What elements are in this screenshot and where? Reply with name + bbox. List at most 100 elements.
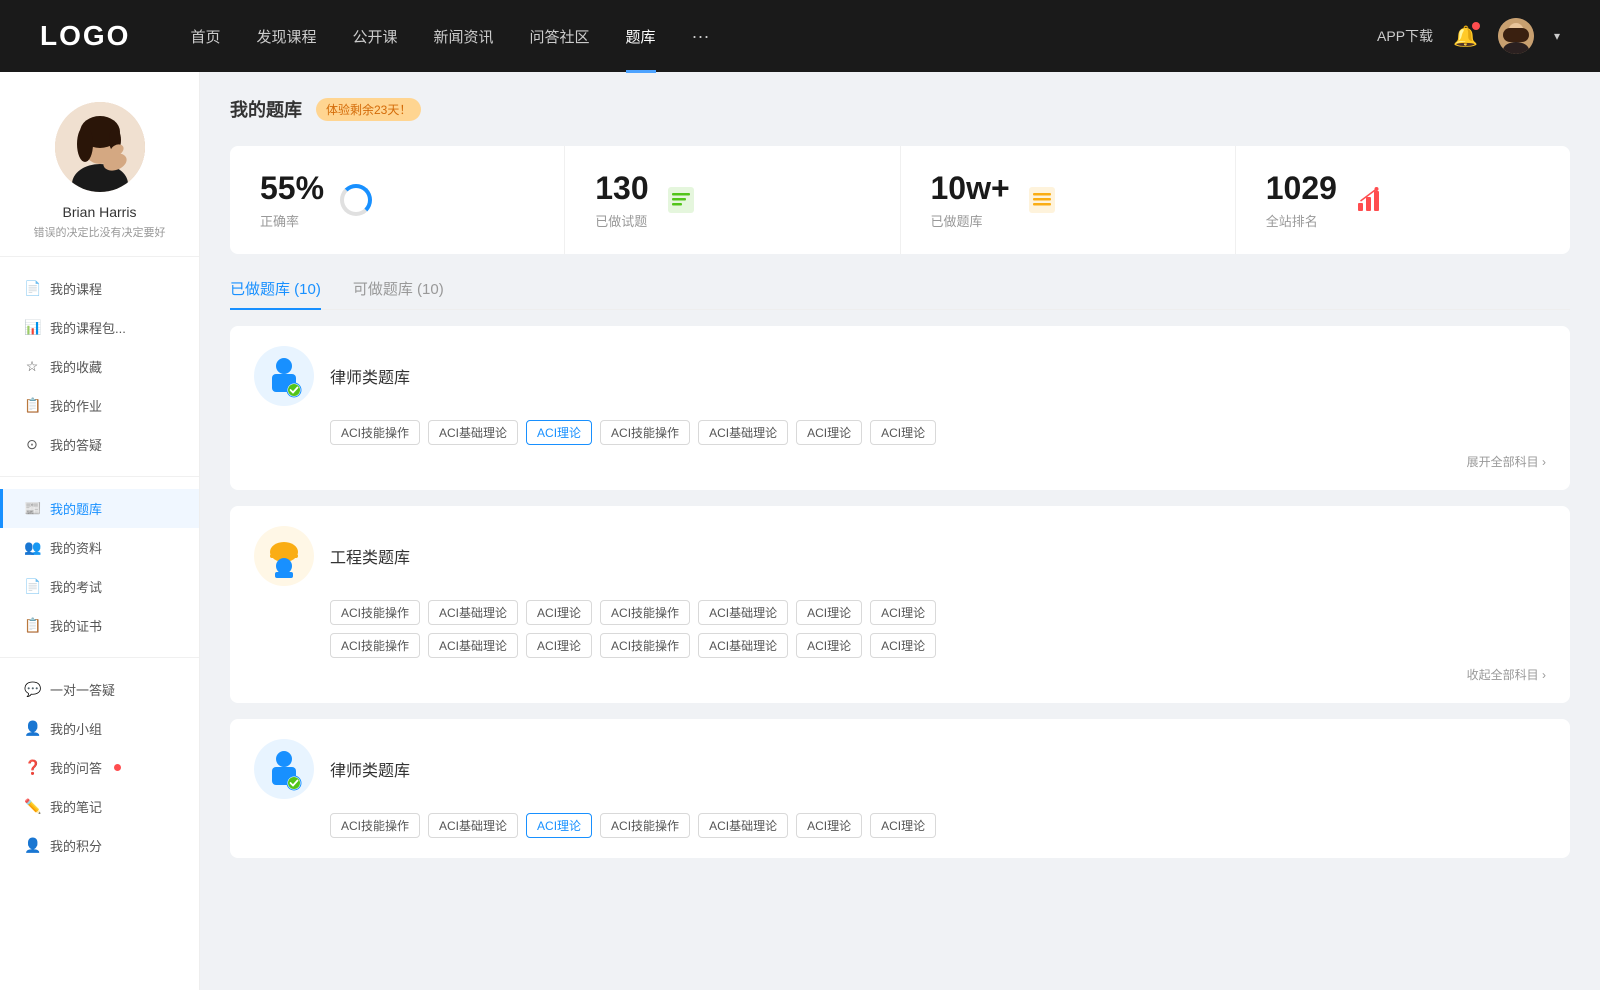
tag-l2-7[interactable]: ACI理论 (870, 813, 936, 838)
homework-icon: 📋 (24, 397, 40, 414)
sidebar-divider-1 (0, 256, 199, 257)
tag-eng-4[interactable]: ACI技能操作 (600, 600, 690, 625)
tag-lawyer1-7[interactable]: ACI理论 (870, 420, 936, 445)
qbank-title-engineer: 工程类题库 (330, 544, 410, 568)
tags-footer-engineer: 收起全部科目 › (254, 666, 1546, 683)
sidebar-item-label: 一对一答疑 (50, 680, 115, 699)
sidebar-item-courses[interactable]: 📄 我的课程 (0, 269, 199, 308)
tag-eng-6[interactable]: ACI理论 (796, 600, 862, 625)
sidebar-motto: 错误的决定比没有决定要好 (18, 224, 182, 240)
tag-lawyer1-5[interactable]: ACI基础理论 (698, 420, 788, 445)
questions-label: 已做试题 (595, 211, 648, 230)
qbank-card-lawyer-2: 律师类题库 ACI技能操作 ACI基础理论 ACI理论 ACI技能操作 ACI基… (230, 719, 1570, 858)
sidebar-item-qbank[interactable]: 📰 我的题库 (0, 489, 199, 528)
tag-eng-13[interactable]: ACI理论 (796, 633, 862, 658)
nav-bell[interactable]: 🔔 (1453, 24, 1478, 49)
stat-number-questions: 130 已做试题 (595, 170, 648, 230)
tag-eng-7[interactable]: ACI理论 (870, 600, 936, 625)
tag-l2-1[interactable]: ACI技能操作 (330, 813, 420, 838)
sidebar-item-exam[interactable]: 📄 我的考试 (0, 567, 199, 606)
tag-lawyer1-4[interactable]: ACI技能操作 (600, 420, 690, 445)
qbank-card-lawyer-1: 律师类题库 ACI技能操作 ACI基础理论 ACI理论 ACI技能操作 ACI基… (230, 326, 1570, 490)
sidebar-item-packages[interactable]: 📊 我的课程包... (0, 308, 199, 347)
favorites-icon: ☆ (24, 358, 40, 375)
sidebar-item-homework[interactable]: 📋 我的作业 (0, 386, 199, 425)
tag-eng-10[interactable]: ACI理论 (526, 633, 592, 658)
tag-eng-8[interactable]: ACI技能操作 (330, 633, 420, 658)
tag-lawyer1-3[interactable]: ACI理论 (526, 420, 592, 445)
tag-eng-2[interactable]: ACI基础理论 (428, 600, 518, 625)
nav-avatar[interactable] (1498, 18, 1534, 54)
courses-icon: 📄 (24, 280, 40, 297)
tag-eng-3[interactable]: ACI理论 (526, 600, 592, 625)
tags-row-engineer-1: ACI技能操作 ACI基础理论 ACI理论 ACI技能操作 ACI基础理论 AC… (330, 600, 1546, 625)
sidebar-item-favorites[interactable]: ☆ 我的收藏 (0, 347, 199, 386)
group-icon: 👤 (24, 720, 40, 737)
sidebar-item-qa[interactable]: ⊙ 我的答疑 (0, 425, 199, 464)
sidebar-item-notes[interactable]: ✏️ 我的笔记 (0, 787, 199, 826)
tag-l2-6[interactable]: ACI理论 (796, 813, 862, 838)
tag-eng-1[interactable]: ACI技能操作 (330, 600, 420, 625)
nav-link-discover[interactable]: 发现课程 (256, 26, 316, 47)
sidebar-item-cert[interactable]: 📋 我的证书 (0, 606, 199, 645)
tag-lawyer1-6[interactable]: ACI理论 (796, 420, 862, 445)
nav-link-qa[interactable]: 问答社区 (530, 26, 590, 47)
sidebar-item-label: 我的笔记 (50, 797, 102, 816)
tag-lawyer1-1[interactable]: ACI技能操作 (330, 420, 420, 445)
tag-l2-5[interactable]: ACI基础理论 (698, 813, 788, 838)
tags-row-lawyer-1: ACI技能操作 ACI基础理论 ACI理论 ACI技能操作 ACI基础理论 AC… (330, 420, 1546, 445)
sidebar-item-label: 我的收藏 (50, 357, 102, 376)
page-header: 我的题库 体验剩余23天！ (230, 96, 1570, 122)
tag-eng-14[interactable]: ACI理论 (870, 633, 936, 658)
nav-app-download[interactable]: APP下载 (1377, 26, 1433, 46)
tab-done[interactable]: 已做题库 (10) (230, 278, 321, 309)
sidebar-item-1on1[interactable]: 💬 一对一答疑 (0, 670, 199, 709)
qbank-title-lawyer-2: 律师类题库 (330, 757, 410, 781)
tag-l2-2[interactable]: ACI基础理论 (428, 813, 518, 838)
questions-value: 130 (595, 170, 648, 207)
sidebar-item-label: 我的小组 (50, 719, 102, 738)
lawyer-icon-1 (254, 346, 314, 406)
collapse-btn-engineer[interactable]: 收起全部科目 › (1467, 666, 1546, 683)
sidebar-item-points[interactable]: 👤 我的积分 (0, 826, 199, 865)
nav-more[interactable]: ··· (692, 26, 710, 47)
nav-chevron-icon[interactable]: ▾ (1554, 29, 1560, 43)
nav-link-home[interactable]: 首页 (190, 26, 220, 47)
sidebar-item-label: 我的课程 (50, 279, 102, 298)
sidebar-item-label: 我的课程包... (50, 318, 126, 337)
ranking-label: 全站排名 (1266, 211, 1337, 230)
stat-number-ranking: 1029 全站排名 (1266, 170, 1337, 230)
nav-link-news[interactable]: 新闻资讯 (434, 26, 494, 47)
donut-chart-icon (340, 184, 372, 216)
notification-dot (1472, 22, 1480, 30)
tag-l2-3[interactable]: ACI理论 (526, 813, 592, 838)
sidebar-divider-3 (0, 657, 199, 658)
tags-footer-lawyer-1: 展开全部科目 › (254, 453, 1546, 470)
tag-lawyer1-2[interactable]: ACI基础理论 (428, 420, 518, 445)
tag-eng-12[interactable]: ACI基础理论 (698, 633, 788, 658)
engineer-icon (254, 526, 314, 586)
tag-eng-5[interactable]: ACI基础理论 (698, 600, 788, 625)
sidebar-item-label: 我的答疑 (50, 435, 102, 454)
tag-eng-9[interactable]: ACI基础理论 (428, 633, 518, 658)
sidebar-item-profile[interactable]: 👥 我的资料 (0, 528, 199, 567)
tab-available[interactable]: 可做题库 (10) (353, 278, 444, 309)
navbar: LOGO 首页 发现课程 公开课 新闻资讯 问答社区 题库 ··· APP下载 … (0, 0, 1600, 72)
sidebar-item-questions[interactable]: ❓ 我的问答 (0, 748, 199, 787)
questions-icon (663, 182, 699, 218)
qa-icon: ⊙ (24, 436, 40, 453)
main-content: 我的题库 体验剩余23天！ 55% 正确率 130 已做试题 (200, 72, 1600, 990)
nav-link-open[interactable]: 公开课 (352, 26, 397, 47)
sidebar-item-group[interactable]: 👤 我的小组 (0, 709, 199, 748)
nav-link-qbank[interactable]: 题库 (626, 26, 656, 47)
questions-icon: ❓ (24, 759, 40, 776)
accuracy-value: 55% (260, 170, 324, 207)
sidebar-item-label: 我的考试 (50, 577, 102, 596)
tag-l2-4[interactable]: ACI技能操作 (600, 813, 690, 838)
page-wrapper: Brian Harris 错误的决定比没有决定要好 📄 我的课程 📊 我的课程包… (0, 72, 1600, 990)
sidebar-item-label: 我的题库 (50, 499, 102, 518)
stat-accuracy: 55% 正确率 (230, 146, 565, 254)
expand-btn-lawyer-1[interactable]: 展开全部科目 › (1467, 453, 1546, 470)
sidebar-username: Brian Harris (63, 204, 137, 220)
tag-eng-11[interactable]: ACI技能操作 (600, 633, 690, 658)
